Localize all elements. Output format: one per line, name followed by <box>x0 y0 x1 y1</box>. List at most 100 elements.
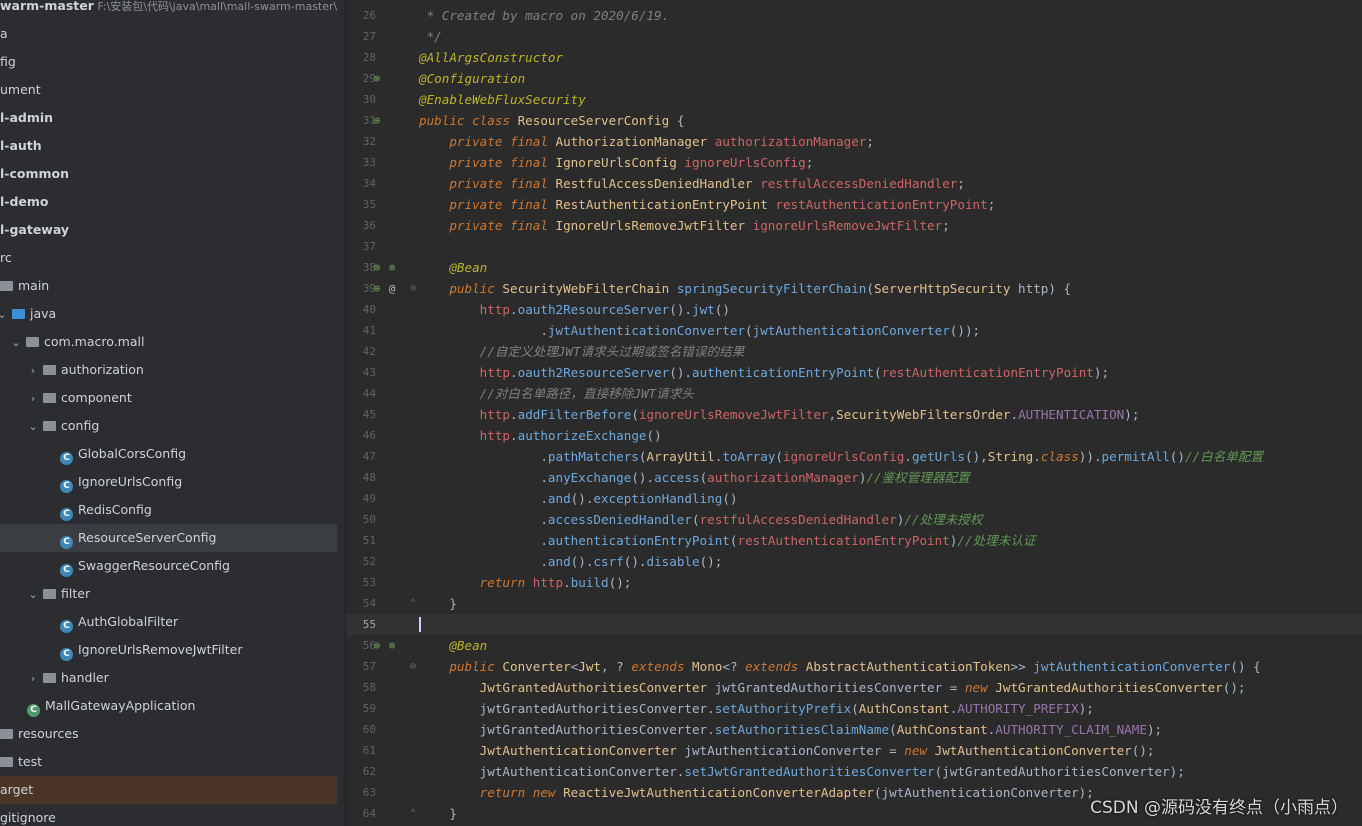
code-line[interactable]: 41 .jwtAuthenticationConverter(jwtAuthen… <box>346 320 1362 341</box>
code-line[interactable]: 60 jwtGrantedAuthoritiesConverter.setAut… <box>346 719 1362 740</box>
annotation-gutter-icon[interactable]: @ <box>385 278 399 299</box>
tree-item[interactable]: ⌄ config <box>0 412 337 440</box>
line-number[interactable]: 45 <box>346 404 376 425</box>
line-number[interactable]: 49 <box>346 488 376 509</box>
chevron-right-icon[interactable]: › <box>27 385 39 413</box>
tree-item[interactable]: C SwaggerResourceConfig <box>0 552 337 580</box>
spring-bean-gutter-icon[interactable]: ⊗ <box>370 68 384 89</box>
line-number[interactable]: 51 <box>346 530 376 551</box>
code-line[interactable]: 27 */ <box>346 26 1362 47</box>
code-line[interactable]: 32 private final AuthorizationManager au… <box>346 131 1362 152</box>
code-line[interactable]: 39 ⊕ @ ⊖ public SecurityWebFilterChain spri… <box>346 278 1362 299</box>
tree-item[interactable]: a <box>0 20 337 48</box>
code-line[interactable]: 46 http.authorizeExchange() <box>346 425 1362 446</box>
code-line[interactable]: 44 //对白名单路径，直接移除JWT请求头 <box>346 383 1362 404</box>
chevron-right-icon[interactable]: › <box>27 357 39 385</box>
line-number[interactable]: 47 <box>346 446 376 467</box>
line-number[interactable]: 35 <box>346 194 376 215</box>
code-line[interactable]: 34 private final RestfulAccessDeniedHand… <box>346 173 1362 194</box>
line-number[interactable]: 50 <box>346 509 376 530</box>
code-line[interactable]: 38 ⊕ ⊗ @Bean <box>346 257 1362 278</box>
code-line[interactable]: 30 @EnableWebFluxSecurity <box>346 89 1362 110</box>
tree-item[interactable]: › authorization <box>0 356 337 384</box>
fold-marker-icon[interactable]: ⌃ <box>408 593 418 614</box>
tree-item[interactable]: rc <box>0 244 337 272</box>
fold-marker-icon[interactable]: ⊖ <box>408 278 418 299</box>
tree-item[interactable]: l-auth <box>0 132 337 160</box>
project-root-row[interactable]: warm-master F:\安装包\代码\java\mall\mall-swa… <box>0 0 337 20</box>
tree-item[interactable]: test <box>0 748 337 776</box>
code-line[interactable]: 43 http.oauth2ResourceServer().authentic… <box>346 362 1362 383</box>
chevron-down-icon[interactable]: ⌄ <box>10 329 22 357</box>
tree-item[interactable]: C RedisConfig <box>0 496 337 524</box>
code-line[interactable]: 36 private final IgnoreUrlsRemoveJwtFilt… <box>346 215 1362 236</box>
tree-item[interactable]: resources <box>0 720 337 748</box>
line-number[interactable]: 54 <box>346 593 376 614</box>
panel-divider[interactable] <box>337 0 346 826</box>
code-editor[interactable]: 26 * Created by macro on 2020/6/19. 27 */… <box>346 0 1362 826</box>
tree-item[interactable]: l-gateway <box>0 216 337 244</box>
spring-bean-gutter-icon[interactable]: ⊕ <box>370 278 384 299</box>
fold-marker-icon[interactable]: ⌃ <box>408 803 418 824</box>
code-line[interactable]: 48 .anyExchange().access(authorizationMa… <box>346 467 1362 488</box>
tree-item[interactable]: gitignore <box>0 804 337 826</box>
line-number[interactable]: 27 <box>346 26 376 47</box>
spring-bean-gutter-icon[interactable]: ⊗ <box>385 257 399 278</box>
spring-bean-gutter-icon[interactable]: ⊕ <box>370 257 384 278</box>
line-number[interactable]: 37 <box>346 236 376 257</box>
line-number[interactable]: 59 <box>346 698 376 719</box>
line-number[interactable]: 58 <box>346 677 376 698</box>
line-number[interactable]: 52 <box>346 551 376 572</box>
chevron-down-icon[interactable]: ⌄ <box>0 301 8 329</box>
line-number[interactable]: 30 <box>346 89 376 110</box>
tree-item[interactable]: C IgnoreUrlsRemoveJwtFilter <box>0 636 337 664</box>
code-line[interactable]: 26 * Created by macro on 2020/6/19. <box>346 5 1362 26</box>
tree-item[interactable]: l-admin <box>0 104 337 132</box>
code-line[interactable]: 56 ⊕ ⊗ @Bean <box>346 635 1362 656</box>
chevron-right-icon[interactable]: › <box>27 665 39 693</box>
code-line[interactable]: 62 jwtAuthenticationConverter.setJwtGran… <box>346 761 1362 782</box>
line-number[interactable]: 43 <box>346 362 376 383</box>
code-line[interactable]: 28 @AllArgsConstructor <box>346 47 1362 68</box>
code-line[interactable]: 35 private final RestAuthenticationEntry… <box>346 194 1362 215</box>
line-number[interactable]: 62 <box>346 761 376 782</box>
line-number[interactable]: 41 <box>346 320 376 341</box>
line-number[interactable]: 64 <box>346 803 376 824</box>
tree-item[interactable]: l-common <box>0 160 337 188</box>
spring-bean-gutter-icon[interactable]: ⊗ <box>385 635 399 656</box>
code-line[interactable]: 33 private final IgnoreUrlsConfig ignore… <box>346 152 1362 173</box>
line-number[interactable]: 63 <box>346 782 376 803</box>
tree-item[interactable]: › component <box>0 384 337 412</box>
code-line[interactable]: 53 return http.build(); <box>346 572 1362 593</box>
spring-bean-gutter-icon[interactable]: ⊕ <box>370 635 384 656</box>
line-number[interactable]: 33 <box>346 152 376 173</box>
tree-item[interactable]: C AuthGlobalFilter <box>0 608 337 636</box>
tree-item[interactable]: ⌄ java <box>0 300 337 328</box>
code-line[interactable]: 29 ⊗ @Configuration <box>346 68 1362 89</box>
code-line[interactable]: 51 .authenticationEntryPoint(restAuthent… <box>346 530 1362 551</box>
code-line[interactable]: 54 ⌃ } <box>346 593 1362 614</box>
code-line[interactable]: 37 <box>346 236 1362 257</box>
line-number[interactable]: 28 <box>346 47 376 68</box>
tree-item[interactable]: C MallGatewayApplication <box>0 692 337 720</box>
tree-item[interactable]: C GlobalCorsConfig <box>0 440 337 468</box>
chevron-down-icon[interactable]: ⌄ <box>27 581 39 609</box>
line-number[interactable]: 61 <box>346 740 376 761</box>
tree-item[interactable]: C ResourceServerConfig <box>0 524 337 552</box>
line-number[interactable]: 36 <box>346 215 376 236</box>
line-number[interactable]: 53 <box>346 572 376 593</box>
line-number[interactable]: 46 <box>346 425 376 446</box>
spring-bean-gutter-icon[interactable]: ⊕ <box>370 110 384 131</box>
tree-item[interactable]: ument <box>0 76 337 104</box>
code-line[interactable]: 50 .accessDeniedHandler(restfulAccessDen… <box>346 509 1362 530</box>
line-number[interactable]: 26 <box>346 5 376 26</box>
code-line[interactable]: 47 .pathMatchers(ArrayUtil.toArray(ignor… <box>346 446 1362 467</box>
code-line[interactable]: 61 JwtAuthenticationConverter jwtAuthent… <box>346 740 1362 761</box>
code-line[interactable]: 58 JwtGrantedAuthoritiesConverter jwtGra… <box>346 677 1362 698</box>
tree-item[interactable]: C IgnoreUrlsConfig <box>0 468 337 496</box>
line-number[interactable]: 44 <box>346 383 376 404</box>
code-line[interactable]: 59 jwtGrantedAuthoritiesConverter.setAut… <box>346 698 1362 719</box>
line-number[interactable]: 48 <box>346 467 376 488</box>
code-line[interactable]: 52 .and().csrf().disable(); <box>346 551 1362 572</box>
line-number[interactable]: 60 <box>346 719 376 740</box>
